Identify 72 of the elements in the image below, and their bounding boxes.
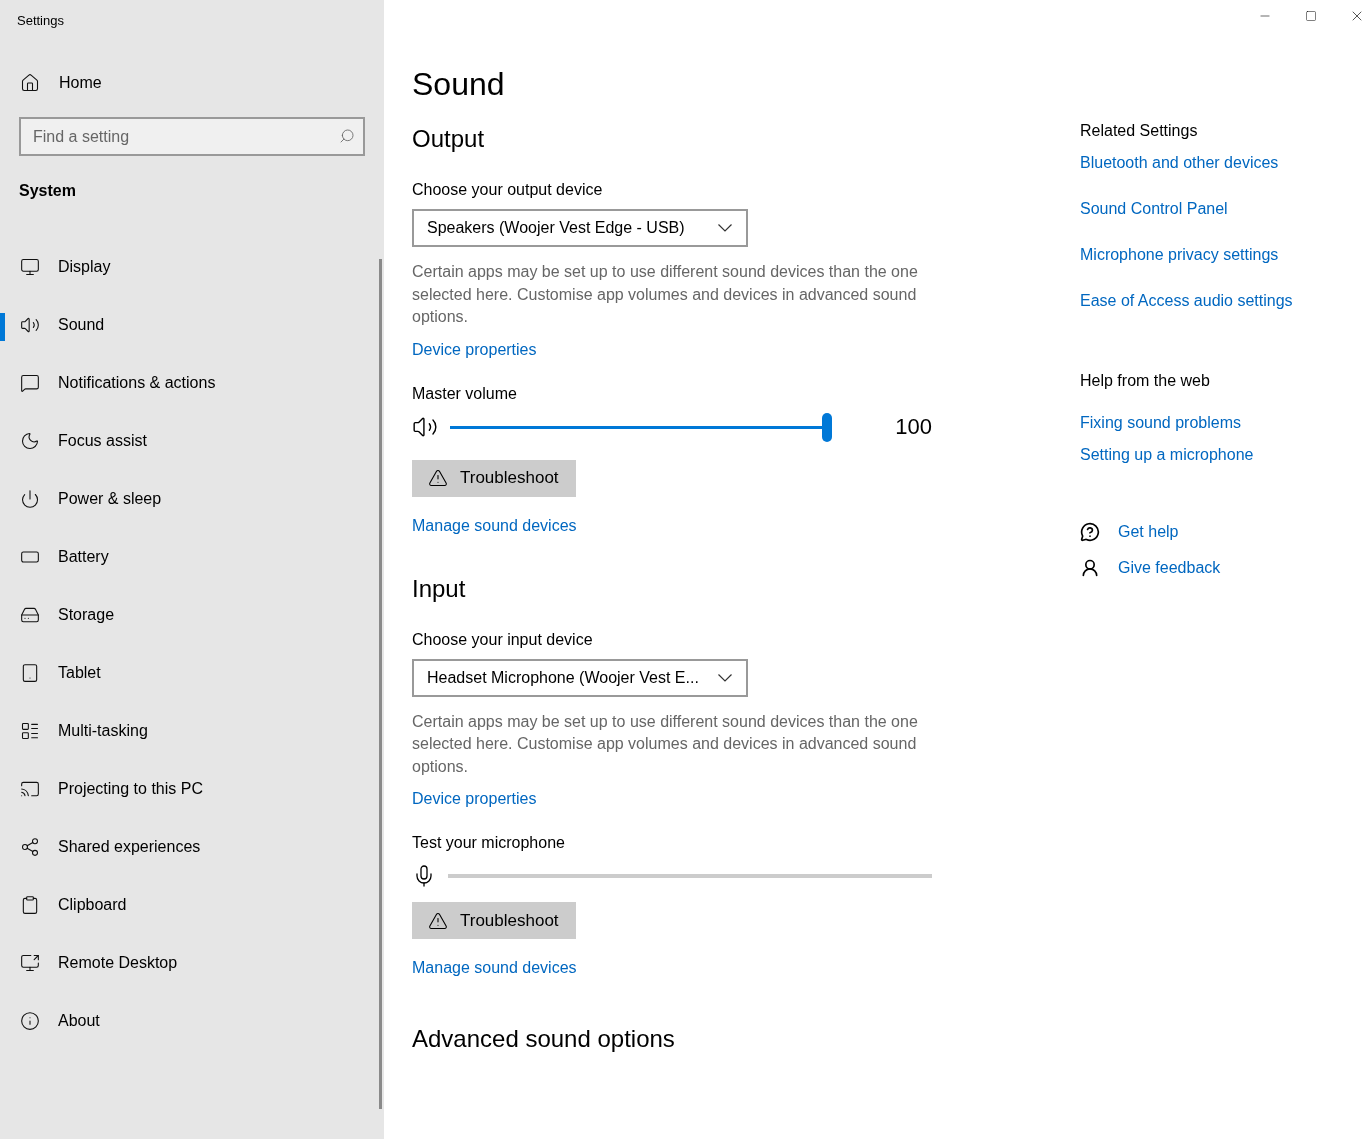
manage-devices-link[interactable]: Manage sound devices (412, 516, 577, 535)
share-icon (20, 837, 40, 857)
sidebar-item[interactable]: Notifications & actions (0, 354, 372, 412)
help-link[interactable]: Get help (1080, 522, 1179, 542)
device-dropdown[interactable]: Speakers (Woojer Vest Edge - USB) (412, 209, 748, 247)
sidebar-item[interactable]: About (0, 992, 372, 1050)
tablet-icon (20, 663, 40, 683)
search-icon (339, 128, 355, 144)
question-bubble-icon (1080, 522, 1100, 542)
slider-thumb[interactable] (822, 412, 832, 442)
field-label: Choose your input device (412, 630, 594, 649)
section-heading: Advanced sound options (412, 1025, 676, 1053)
sidebar-item[interactable]: Shared experiences (0, 818, 372, 876)
cast-icon (20, 779, 40, 799)
moon-icon (20, 431, 40, 451)
info-text: Certain apps may be set up to use different sound devices than the one selected here. Customise app volumes and devices in advanced sound options. (412, 262, 919, 327)
sidebar-item[interactable]: Storage (0, 586, 372, 644)
info-icon (20, 1011, 40, 1031)
message-icon (20, 373, 40, 393)
device-properties-link[interactable]: Device properties (412, 340, 537, 359)
screen-share-icon (20, 953, 40, 973)
clipboard-icon (20, 895, 40, 915)
help-link[interactable]: Setting up a microphone (1080, 446, 1254, 464)
search-field[interactable]: Find a setting (19, 117, 365, 156)
related-link[interactable]: Sound Control Panel (1080, 200, 1228, 218)
section-heading: Help from the web (1080, 372, 1211, 390)
page-title: Sound (412, 66, 506, 103)
layout-icon (20, 721, 40, 741)
drive-icon (20, 605, 40, 625)
info-text: Certain apps may be set up to use different sound devices than the one selected here. Customise app volumes and devices in advanced sound options. (412, 711, 919, 777)
related-link[interactable]: Ease of Access audio settings (1080, 292, 1293, 310)
home-icon (20, 73, 40, 93)
sidebar-item[interactable]: Focus assist (0, 412, 372, 470)
sidebar-item[interactable]: Display (0, 238, 372, 296)
volume-value: 100 (894, 414, 932, 440)
section-heading: Related Settings (1080, 122, 1199, 140)
field-label: Master volume (412, 384, 518, 403)
person-icon (1080, 558, 1100, 578)
power-icon (20, 489, 40, 509)
home-link[interactable]: Home (20, 73, 102, 93)
device-dropdown[interactable]: Headset Microphone (Woojer Vest E... (412, 658, 748, 697)
chevron-down-icon (718, 224, 732, 232)
troubleshoot-button[interactable]: Troubleshoot (412, 459, 576, 497)
feedback-link[interactable]: Give feedback (1080, 558, 1221, 578)
related-link[interactable]: Microphone privacy settings (1080, 246, 1279, 264)
section-heading: Output (412, 125, 486, 153)
sidebar-item[interactable]: Battery (0, 528, 372, 586)
window-title: Settings (16, 12, 65, 30)
section-heading: Input (412, 574, 467, 603)
field-label: Choose your output device (412, 181, 604, 199)
sidebar-item[interactable]: Clipboard (0, 876, 372, 934)
maximize-icon (1305, 10, 1317, 22)
manage-devices-link[interactable]: Manage sound devices (412, 959, 577, 977)
troubleshoot-button[interactable]: Troubleshoot (412, 902, 576, 939)
sidebar-item[interactable]: Remote Desktop (0, 934, 372, 992)
field-label: Test your microphone (412, 834, 566, 852)
device-properties-link[interactable]: Device properties (412, 790, 537, 808)
volume-slider[interactable] (450, 412, 832, 442)
sidebar-item[interactable]: Sound (0, 296, 372, 354)
monitor-icon (20, 257, 40, 277)
sidebar-item[interactable]: Projecting to this PC (0, 760, 372, 818)
section-heading: System (19, 182, 77, 200)
help-link[interactable]: Fixing sound problems (1080, 414, 1241, 432)
sidebar-item[interactable]: Tablet (0, 644, 372, 702)
sidebar-item[interactable]: Power & sleep (0, 470, 372, 528)
sidebar-item[interactable]: Multi-tasking (0, 702, 372, 760)
chevron-down-icon (718, 673, 732, 682)
speaker-icon (20, 315, 40, 335)
warning-icon (428, 468, 448, 488)
warning-icon (428, 910, 448, 931)
related-link[interactable]: Bluetooth and other devices (1080, 154, 1279, 172)
scrollbar[interactable] (379, 259, 382, 1109)
